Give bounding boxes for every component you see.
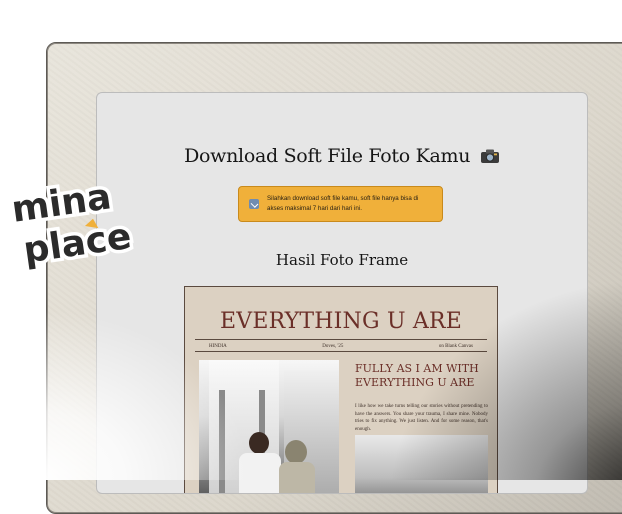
pillar-shape [219, 390, 225, 493]
page-title: Download Soft File Foto Kamu [97, 145, 587, 167]
frame-meta-row: HINDIA Doves, '25 on Blank Canvas [195, 341, 487, 351]
person-head [249, 432, 269, 454]
person-body [279, 462, 315, 493]
frame-subhead: FULLY AS I AM WITH EVERYTHING U ARE [355, 362, 479, 389]
page-title-text: Download Soft File Foto Kamu [184, 145, 471, 167]
meta-left: HINDIA [209, 343, 227, 349]
mina-place-logo: mina place [6, 173, 138, 275]
frame-headline: EVERYTHING U ARE [219, 309, 463, 334]
notice-text: Silahkan download soft file kamu, soft f… [267, 195, 419, 212]
camera-icon [480, 149, 499, 163]
person-head [285, 440, 307, 464]
screen: Download Soft File Foto Kamu Silahkan do… [96, 92, 588, 494]
meta-center: Doves, '25 [322, 343, 344, 349]
download-notice: Silahkan download soft file kamu, soft f… [238, 186, 443, 222]
meta-right: on Blank Canvas [438, 343, 473, 349]
frame-photo-main [199, 360, 339, 493]
person-body [239, 453, 281, 493]
section-title: Hasil Foto Frame [275, 251, 409, 269]
divider [195, 339, 487, 340]
frame-photo-secondary [355, 435, 488, 493]
frame-body-text: I like how we take turns telling our sto… [355, 404, 488, 432]
divider [195, 351, 487, 352]
photo-frame-preview[interactable]: EVERYTHING U ARE HINDIA Doves, '25 on Bl… [184, 286, 498, 493]
download-icon[interactable] [249, 199, 259, 209]
